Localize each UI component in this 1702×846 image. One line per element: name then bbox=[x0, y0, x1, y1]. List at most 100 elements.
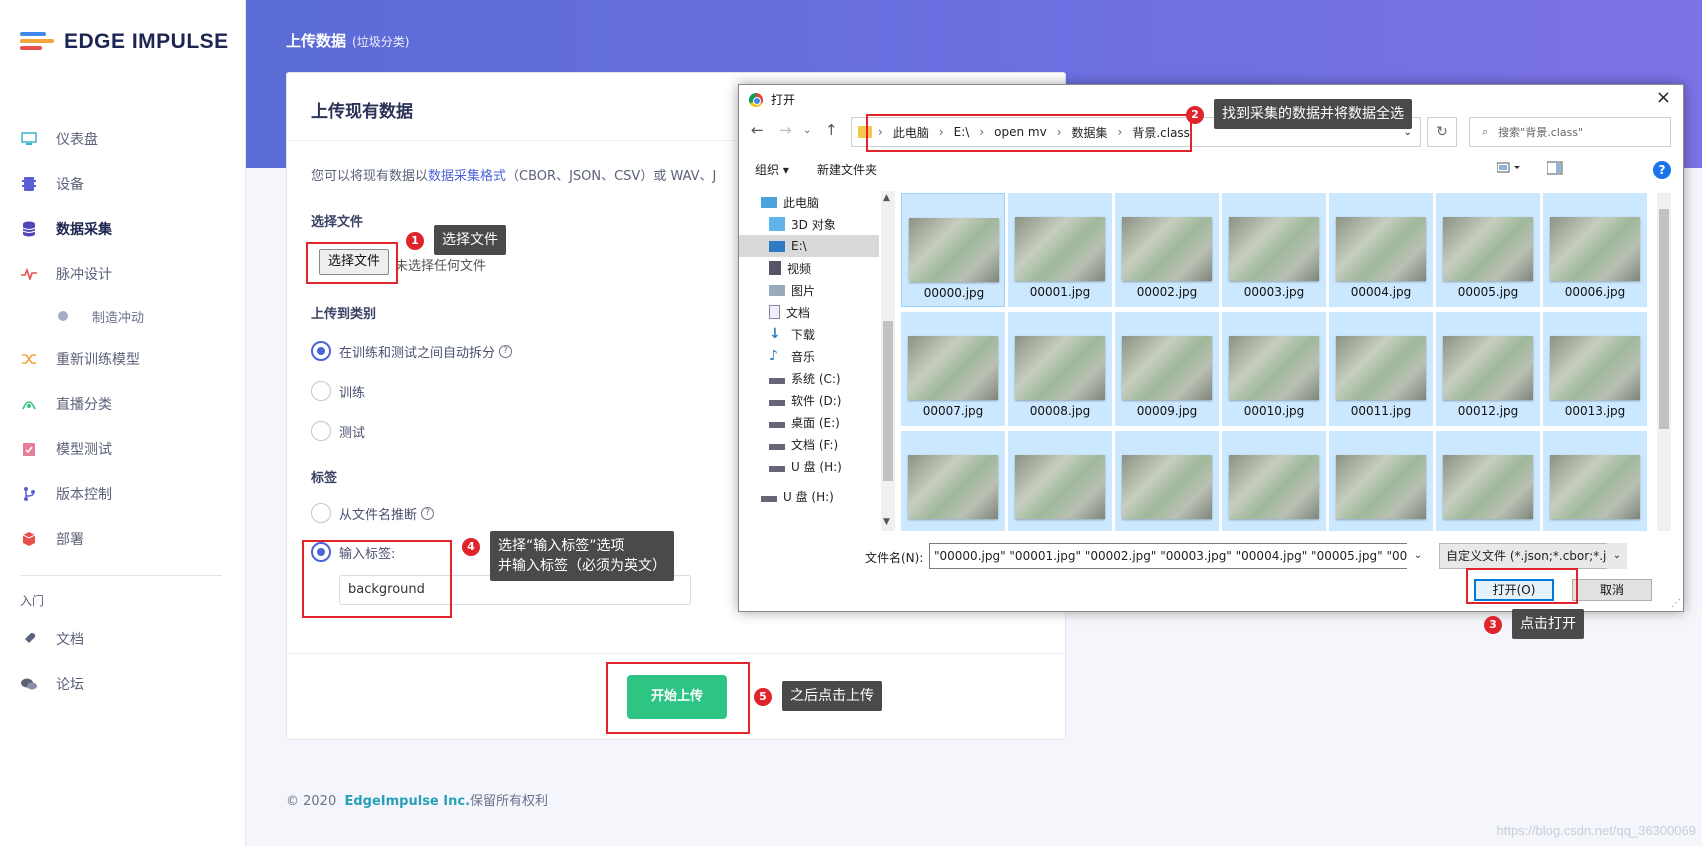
footer-brand-link[interactable]: EdgeImpulse Inc. bbox=[344, 794, 470, 809]
search-input[interactable]: ⌕ 搜索"背景.class" bbox=[1469, 117, 1671, 147]
scroll-up-icon[interactable]: ▲ bbox=[883, 193, 890, 203]
file-tile[interactable] bbox=[1543, 431, 1647, 531]
file-tile[interactable] bbox=[1436, 431, 1540, 531]
filename-input[interactable]: "00000.jpg" "00001.jpg" "00002.jpg" "000… bbox=[929, 543, 1429, 569]
radio-auto-split[interactable]: 在训练和测试之间自动拆分 ? bbox=[311, 341, 513, 361]
file-tile[interactable]: 00000.jpg bbox=[901, 193, 1005, 307]
sidebar-item-versioning[interactable]: 版本控制 bbox=[0, 471, 246, 516]
sidebar-item-documentation[interactable]: 文档 bbox=[0, 616, 246, 661]
radio-button[interactable] bbox=[311, 503, 331, 523]
tree-item-drive-f[interactable]: 文档 (F:) bbox=[739, 433, 879, 455]
radio-infer-from-filename[interactable]: 从文件名推断 ? bbox=[311, 503, 435, 523]
scrollbar-thumb[interactable] bbox=[1659, 209, 1669, 429]
sidebar-item-forum[interactable]: 论坛 bbox=[0, 661, 246, 706]
image-thumbnail bbox=[908, 455, 998, 519]
tree-item-label: 文档 bbox=[786, 305, 811, 320]
tree-item-usb-h-root[interactable]: U 盘 (H:) bbox=[739, 485, 879, 507]
chevron-down-icon[interactable]: ⌄ bbox=[1607, 543, 1627, 569]
chevron-down-icon[interactable]: ⌄ bbox=[1407, 543, 1429, 569]
radio-button[interactable] bbox=[311, 341, 331, 361]
radio-button[interactable] bbox=[311, 381, 331, 401]
file-tile[interactable]: 00003.jpg bbox=[1222, 193, 1326, 307]
sidebar-item-data-acquisition[interactable]: 数据采集 bbox=[0, 206, 246, 251]
refresh-icon[interactable]: ↻ bbox=[1427, 117, 1457, 147]
sidebar-item-model-testing[interactable]: 模型测试 bbox=[0, 426, 246, 471]
help-icon[interactable]: ? bbox=[421, 506, 435, 520]
tree-item-downloads[interactable]: ↓ 下载 bbox=[739, 323, 879, 345]
radio-button[interactable] bbox=[311, 421, 331, 441]
image-thumbnail bbox=[909, 218, 999, 282]
file-tile[interactable]: 00001.jpg bbox=[1008, 193, 1112, 307]
tree-scrollbar[interactable]: ▲ ▼ bbox=[881, 191, 895, 531]
tree-item-drive-e-desktop[interactable]: 桌面 (E:) bbox=[739, 411, 879, 433]
back-arrow-icon[interactable]: ← bbox=[751, 121, 764, 139]
sidebar-subitem-create-impulse[interactable]: 制造冲动 bbox=[0, 296, 246, 336]
file-tile[interactable]: 00012.jpg bbox=[1436, 312, 1540, 426]
tree-item-pictures[interactable]: 图片 bbox=[739, 279, 879, 301]
sidebar-item-dashboard[interactable]: 仪表盘 bbox=[0, 116, 246, 161]
annotation-badge: 4 bbox=[462, 538, 480, 556]
close-icon[interactable]: × bbox=[1656, 87, 1671, 108]
tree-item-usb-h[interactable]: U 盘 (H:) bbox=[739, 455, 879, 477]
filetype-select[interactable]: 自定义文件 (*.json;*.cbor;*.jpg bbox=[1439, 543, 1627, 569]
page-title: 上传数据 (垃圾分类) bbox=[286, 30, 409, 51]
file-tile[interactable]: 00005.jpg bbox=[1436, 193, 1540, 307]
document-icon bbox=[769, 305, 780, 319]
file-tile[interactable]: 00004.jpg bbox=[1329, 193, 1433, 307]
file-name: 00011.jpg bbox=[1350, 404, 1412, 418]
preview-pane-icon[interactable] bbox=[1546, 161, 1563, 178]
scrollbar-thumb[interactable] bbox=[883, 321, 893, 481]
help-icon[interactable]: ? bbox=[499, 344, 513, 358]
database-icon bbox=[20, 220, 38, 238]
radio-testing[interactable]: 测试 bbox=[311, 421, 365, 441]
folder-tree: 此电脑 3D 对象 E:\ 视频 图片 文档 ↓ 下载 ♪ 音乐 系统 (C:) 软… bbox=[739, 191, 895, 531]
sidebar-item-impulse-design[interactable]: 脉冲设计 bbox=[0, 251, 246, 296]
resize-grip-icon[interactable]: ⋰ bbox=[1671, 598, 1681, 609]
tree-item-this-pc[interactable]: 此电脑 bbox=[739, 191, 879, 213]
drive-icon bbox=[769, 444, 785, 450]
tree-item-music[interactable]: ♪ 音乐 bbox=[739, 345, 879, 367]
logo[interactable]: EDGE IMPULSE bbox=[20, 30, 229, 54]
tree-item-drive-e[interactable]: E:\ bbox=[739, 235, 879, 257]
file-tile[interactable]: 00013.jpg bbox=[1543, 312, 1647, 426]
help-icon[interactable]: ? bbox=[1653, 161, 1671, 179]
file-tile[interactable] bbox=[1222, 431, 1326, 531]
new-folder-button[interactable]: 新建文件夹 bbox=[817, 161, 877, 178]
tree-item-drive-c[interactable]: 系统 (C:) bbox=[739, 367, 879, 389]
file-grid-scrollbar[interactable] bbox=[1657, 193, 1671, 531]
description-prefix: 您可以将现有数据以 bbox=[311, 169, 429, 184]
sidebar-item-deployment[interactable]: 部署 bbox=[0, 516, 246, 561]
filename-row: 文件名(N): "00000.jpg" "00001.jpg" "00002.j… bbox=[739, 541, 1683, 571]
sidebar-item-devices[interactable]: 设备 bbox=[0, 161, 246, 206]
file-tile[interactable] bbox=[1115, 431, 1219, 531]
tree-item-3d-objects[interactable]: 3D 对象 bbox=[739, 213, 879, 235]
radio-training[interactable]: 训练 bbox=[311, 381, 365, 401]
recent-dropdown-icon[interactable]: ⌄ bbox=[803, 125, 811, 136]
file-tile[interactable]: 00006.jpg bbox=[1543, 193, 1647, 307]
search-icon: ⌕ bbox=[1482, 125, 1489, 138]
file-tile[interactable]: 00009.jpg bbox=[1115, 312, 1219, 426]
file-tile[interactable] bbox=[1008, 431, 1112, 531]
file-tile[interactable]: 00008.jpg bbox=[1008, 312, 1112, 426]
sidebar-item-live-classification[interactable]: 直播分类 bbox=[0, 381, 246, 426]
tree-item-videos[interactable]: 视频 bbox=[739, 257, 879, 279]
file-tile[interactable] bbox=[1329, 431, 1433, 531]
scroll-down-icon[interactable]: ▼ bbox=[883, 517, 890, 527]
forward-arrow-icon[interactable]: → bbox=[779, 121, 792, 139]
image-thumbnail bbox=[908, 336, 998, 400]
view-options-icon[interactable] bbox=[1496, 161, 1523, 178]
sidebar-item-retrain-model[interactable]: 重新训练模型 bbox=[0, 336, 246, 381]
file-tile[interactable]: 00002.jpg bbox=[1115, 193, 1219, 307]
file-tile[interactable]: 00011.jpg bbox=[1329, 312, 1433, 426]
cancel-button[interactable]: 取消 bbox=[1572, 579, 1652, 601]
up-arrow-icon[interactable]: ↑ bbox=[825, 121, 838, 139]
data-format-link[interactable]: 数据采集格式 bbox=[428, 169, 506, 184]
tree-item-documents[interactable]: 文档 bbox=[739, 301, 879, 323]
file-tile[interactable]: 00010.jpg bbox=[1222, 312, 1326, 426]
file-tile[interactable] bbox=[901, 431, 1005, 531]
tree-item-drive-d[interactable]: 软件 (D:) bbox=[739, 389, 879, 411]
image-thumbnail bbox=[1336, 336, 1426, 400]
sidebar-item-label: 直播分类 bbox=[56, 396, 112, 413]
organize-menu[interactable]: 组织 ▾ bbox=[755, 161, 789, 178]
file-tile[interactable]: 00007.jpg bbox=[901, 312, 1005, 426]
